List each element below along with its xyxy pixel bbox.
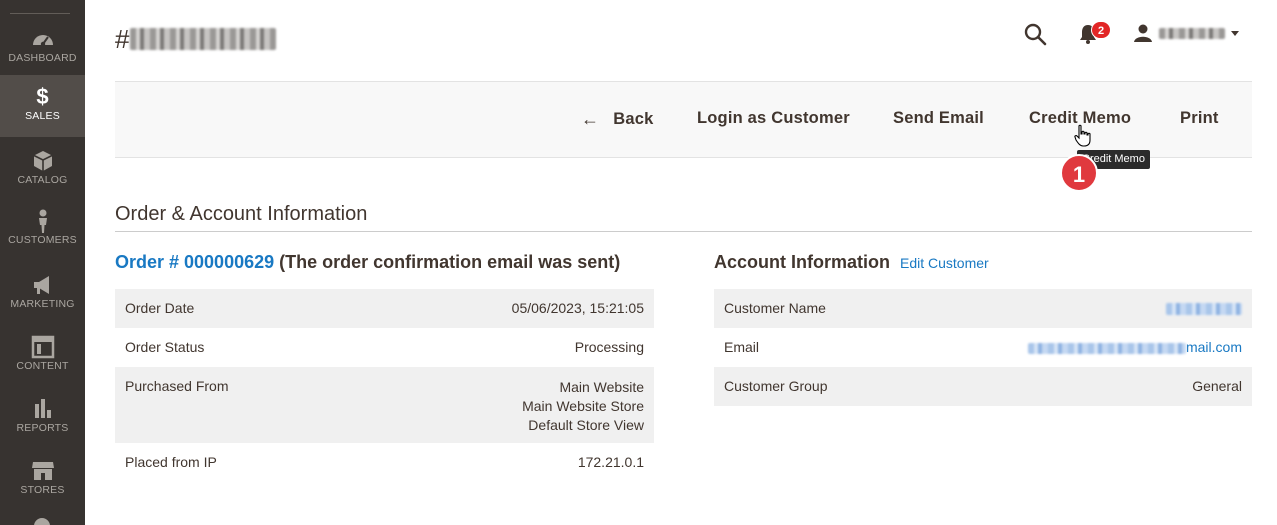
table-row: Customer Name — [714, 289, 1252, 328]
redacted-customer-name — [1166, 303, 1242, 315]
page-title: # — [115, 22, 277, 56]
sidebar-item-dashboard[interactable]: DASHBOARD — [0, 20, 85, 82]
sidebar-item-stores[interactable]: STORES — [0, 450, 85, 512]
print-button[interactable]: Print — [1180, 109, 1219, 128]
chevron-down-icon — [1231, 30, 1239, 36]
box-icon — [33, 151, 52, 171]
sidebar-item-label: REPORTS — [16, 422, 69, 434]
sidebar-item-sales[interactable]: $ SALES — [0, 75, 85, 137]
hand-cursor-icon — [1074, 124, 1091, 147]
customer-group-label: Customer Group — [714, 367, 900, 406]
person-icon — [38, 209, 47, 233]
customer-group-value: General — [899, 367, 1252, 406]
account-info-title: Account Information — [714, 252, 890, 272]
store-name: Main Website Store — [522, 398, 644, 414]
arrow-left-icon: ← — [581, 109, 600, 129]
megaphone-icon — [33, 276, 49, 294]
sidebar-item-label: CUSTOMERS — [8, 234, 77, 246]
sidebar-item-label: DASHBOARD — [8, 52, 77, 64]
sidebar-item-reports[interactable]: REPORTS — [0, 388, 85, 450]
back-button-label: Back — [613, 110, 654, 128]
account-info-heading: Account Information Edit Customer — [714, 252, 989, 273]
send-email-button[interactable]: Send Email — [893, 109, 984, 128]
section-title: Order & Account Information — [115, 203, 368, 225]
user-icon — [1134, 24, 1152, 42]
table-row: Purchased From Main Website Main Website… — [115, 367, 654, 443]
sidebar-item-label: CONTENT — [16, 360, 69, 372]
search-icon[interactable] — [1023, 22, 1047, 46]
table-row: Order Date 05/06/2023, 15:21:05 — [115, 289, 654, 328]
notifications-count-badge[interactable]: 2 — [1091, 21, 1111, 39]
back-button[interactable]: ← Back — [581, 109, 653, 130]
user-account-menu[interactable] — [1133, 23, 1239, 43]
gear-icon[interactable] — [29, 513, 55, 525]
sidebar-item-customers[interactable]: CUSTOMERS — [0, 202, 85, 264]
table-row: Order Status Processing — [115, 328, 654, 367]
sidebar-item-label: CATALOG — [17, 174, 68, 186]
email-domain: mail.com — [1185, 339, 1242, 355]
section-divider — [115, 231, 1252, 232]
sidebar-item-label: MARKETING — [10, 298, 75, 310]
order-info-table: Order Date 05/06/2023, 15:21:05 Order St… — [115, 289, 654, 482]
sidebar-item-marketing[interactable]: MARKETING — [0, 264, 85, 326]
account-info-table: Customer Name Email mail.com Customer Gr… — [714, 289, 1252, 406]
sidebar-divider — [10, 13, 70, 14]
redacted-email-prefix — [1027, 342, 1186, 354]
email-value-link[interactable]: mail.com — [900, 328, 1252, 367]
customer-name-value[interactable] — [899, 289, 1252, 328]
email-label: Email — [724, 339, 760, 355]
sidebar-item-content[interactable]: CONTENT — [0, 326, 85, 388]
dollar-icon: $ — [36, 84, 49, 109]
dashboard-icon — [32, 35, 53, 47]
customer-name-label: Customer Name — [714, 289, 900, 328]
website-name: Main Website — [559, 379, 644, 395]
layout-icon — [31, 335, 54, 359]
login-as-customer-button[interactable]: Login as Customer — [697, 109, 850, 128]
table-row: Customer Group General — [714, 367, 1252, 406]
order-heading: Order # 000000629 (The order confirmatio… — [115, 252, 620, 273]
table-row: Email mail.com — [714, 328, 1252, 367]
sidebar-item-label: SALES — [25, 110, 60, 122]
purchased-from-value: Main Website Main Website Store Default … — [356, 367, 654, 443]
purchased-from-label: Purchased From — [115, 367, 357, 443]
sidebar-item-catalog[interactable]: CATALOG — [0, 140, 85, 202]
redacted-username — [1159, 27, 1225, 39]
order-email-note: (The order confirmation email was sent) — [279, 252, 621, 272]
order-number-link[interactable]: Order # 000000629 — [115, 252, 274, 272]
sidebar-item-label: STORES — [20, 484, 65, 496]
page-title-prefix: # — [115, 23, 130, 54]
store-icon — [31, 462, 54, 480]
order-status-label: Order Status — [125, 339, 205, 355]
placed-from-ip-label: Placed from IP — [125, 454, 217, 470]
order-status-value: Processing — [574, 339, 644, 355]
store-view-name: Default Store View — [528, 417, 644, 433]
edit-customer-link[interactable]: Edit Customer — [900, 255, 989, 271]
placed-from-ip-value: 172.21.0.1 — [577, 454, 644, 470]
step-number-badge: 1 — [1060, 154, 1098, 192]
table-row: Placed from IP 172.21.0.1 — [115, 443, 654, 482]
redacted-order-id — [130, 28, 277, 50]
bar-chart-icon — [34, 399, 51, 418]
order-date-value: 05/06/2023, 15:21:05 — [356, 289, 654, 328]
admin-sidebar: DASHBOARD $ SALES CATALOG CUSTOMERS MARK… — [0, 0, 85, 525]
order-date-label: Order Date — [115, 289, 357, 328]
